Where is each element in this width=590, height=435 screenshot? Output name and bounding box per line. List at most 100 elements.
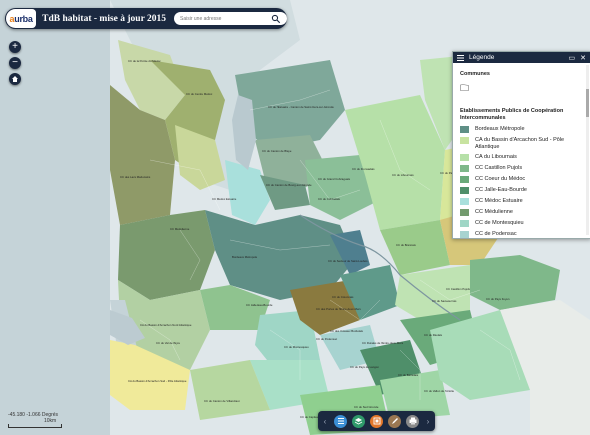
legend-swatch [460,176,469,183]
legend-item-label: CA du Libournais [475,154,517,160]
region-label: CC du Centre Médoc [186,92,213,96]
legend-item: CC Médulienne [460,209,581,216]
region-label: CC du Pays Foyen [486,297,510,301]
region-label: CC du Secteur de Saint-Loubès [328,259,368,263]
scale-bar [8,424,62,428]
legend-item: CA du Bassin d'Arcachon Sud - Pôle Atlan… [460,137,581,150]
region-label: CC des Portes de l'Entre-deux-Mers [316,307,361,311]
legend-item-label: CC de Montesquieu [475,220,524,226]
legend-swatch [460,209,469,216]
region-label: CA du Bassin d'Arcachon Nord Atlantique [140,323,192,327]
layers-icon [354,417,363,424]
legend-swatch [460,126,469,133]
layers-list-icon [337,418,344,424]
legend-swatch [460,187,469,194]
legend-scrollbar[interactable] [586,65,589,235]
commune-swatch [460,84,469,91]
legend-swatch [460,231,469,238]
region-label: CC Jalle-Eau-Bourde [246,303,273,307]
legend-item-label: CC Castillon Pujols [475,165,523,171]
legend-title: Légende [469,54,495,61]
region-label: CC de la Pointe du Médoc [128,59,161,63]
legend-section-communes: Communes [460,71,490,77]
legend-scroll-thumb[interactable] [586,89,589,117]
region-label: CC Rurales de l'Entre-deux-Mers [362,341,404,345]
region-label: CC du Réolais [424,333,443,337]
close-icon[interactable]: ✕ [580,54,586,62]
legend-item-label: Bordeaux Métropole [475,126,525,132]
search-icon[interactable] [271,14,281,24]
region-label: CC Médoc Estuaire [212,197,237,201]
region-label: CC de l'Estuaire - Canton de Saint-Ciers… [268,105,334,109]
basemap-button[interactable] [352,414,365,428]
region-label: CC du Brannais [396,243,416,247]
legend-item-label: CA du Bassin d'Arcachon Sud - Pôle Atlan… [475,137,565,150]
region-label: CC du Sauveterrois [432,299,457,303]
pencil-icon [391,418,398,424]
region-medulienne[interactable] [118,210,215,300]
region-label: CC du Val de l'Eyre [156,341,181,345]
region-label: CC du Créonnais [332,295,354,299]
region-label: CC Médulienne [170,227,190,231]
minimize-icon[interactable]: ▭ [569,54,576,62]
draw-button[interactable] [388,414,401,428]
region-label: CC du Libournais [392,173,414,177]
bottom-toolbar: ‹ › [318,411,435,431]
search-input[interactable] [180,15,272,22]
legend-swatch [460,220,469,227]
app-title: TdB habitat - mise à jour 2015 [42,13,166,24]
legend-item-label: CC Médoc Estuaire [475,198,523,204]
list-icon [457,54,464,61]
home-icon [12,76,18,82]
region-label: CC du Canton de Blaye [262,149,292,153]
legend-swatch [460,154,469,161]
legend-item-label: CC Jalle-Eau-Bourde [475,187,527,193]
legend-header: Légende ▭ ✕ [453,52,590,63]
region-label: CC de Podensac [316,337,338,341]
legend-icon [373,417,380,425]
region-label: CC du Canton de Bourg-sur-Gironde [266,183,312,187]
legend-swatch [460,137,469,144]
legend-item-label: CC Médulienne [475,209,513,215]
legend-swatch [460,165,469,172]
region-label: Bordeaux Métropole [232,255,258,259]
legend-item: CC de Montesquieu [460,220,581,227]
app-logo[interactable]: aurba [6,9,37,28]
region-label: CC du Vallon de l'Artolie [424,389,454,393]
legend-item: CC Jalle-Eau-Bourde [460,187,581,194]
app-header: aurba TdB habitat - mise à jour 2015 [5,8,287,29]
zoom-out-button[interactable]: − [9,57,21,69]
region-label: CC des Lacs Médocains [120,175,151,179]
home-button[interactable] [9,73,21,85]
region-label: CC du Grand Cubzaguais [318,177,351,181]
print-icon [409,417,416,425]
legend-item: CC Médoc Estuaire [460,198,581,205]
region-label: CC du Canton de Villandraut [204,399,240,403]
legend-item: CC Castillon Pujols [460,165,581,172]
search-box[interactable] [174,12,287,25]
print-button[interactable] [406,414,419,428]
zoom-in-button[interactable]: + [9,41,21,53]
region-label: CC du Cubzadais [318,197,341,201]
region-label: CC du Sud Gironde [354,405,379,409]
legend-swatch [460,198,469,205]
region-label: CC du Bazadais [398,373,419,377]
legend-item: CA du Libournais [460,154,581,161]
layer-list-button[interactable] [334,414,347,428]
legend-item-label: CC de Podensac [475,231,517,237]
region-label: CC du Pays de Langon [350,365,379,369]
legend-item: Bordeaux Métropole [460,126,581,133]
region-label: CC Castillon Pujols [446,287,471,291]
toolbar-next-icon[interactable]: › [424,417,432,426]
legend-item: CC Coeur du Médoc [460,176,581,183]
region-label: CC du Fronsadais [352,167,375,171]
legend-item-label: CC Coeur du Médoc [475,176,526,182]
legend-body[interactable]: Communes Etablissements Publics de Coopé… [453,63,590,238]
legend-button[interactable] [370,414,383,428]
legend-panel: Légende ▭ ✕ Communes Etablissements Publ… [452,51,590,239]
legend-section-epci: Etablissements Publics de Coopération In… [460,108,564,121]
toolbar-prev-icon[interactable]: ‹ [321,417,329,426]
legend-item: CC de Podensac [460,231,581,238]
region-label: CC de Montesquieu [284,345,309,349]
region-label: CA du Bassin d'Arcachon Sud - Pôle Atlan… [128,379,187,383]
